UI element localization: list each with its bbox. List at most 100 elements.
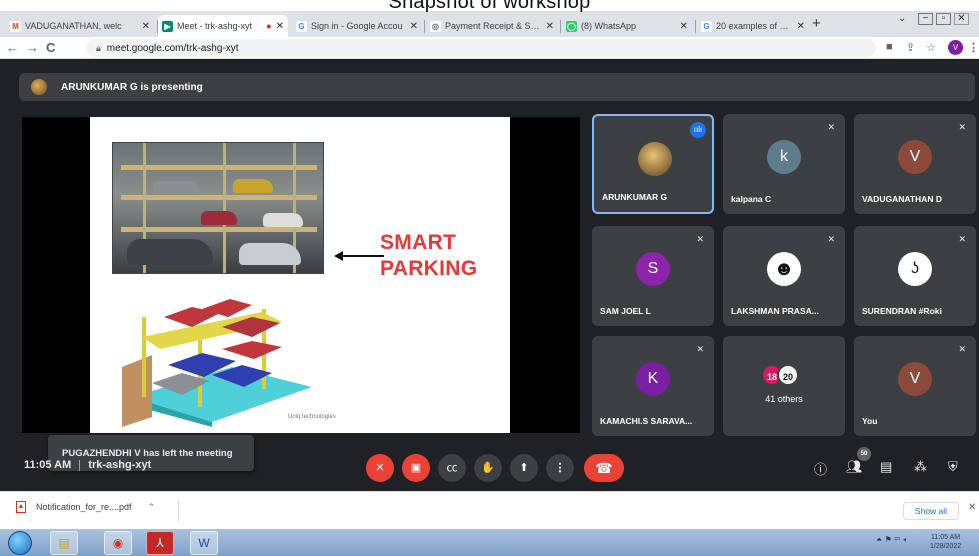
meeting-info-icon[interactable]: ⓘ — [814, 459, 827, 478]
participant-avatar: ☻ — [767, 252, 801, 286]
slide-footer: Uniq technologies — [288, 414, 336, 420]
system-tray-icons[interactable]: ⏶ ⚑ ▭ ◂ — [876, 535, 906, 545]
chevron-up-icon[interactable]: ⌃ — [148, 502, 156, 513]
close-tab-icon[interactable]: ✕ — [680, 21, 688, 32]
meeting-controls-bar: 11:05 AM trk-ashg-xyt ✕ ▣ ㏄ ✋ ⬆ ⋮ ☎ ⓘ 👥︎ … — [0, 445, 979, 491]
slide-headline: SMART PARKING — [380, 231, 478, 280]
profile-avatar[interactable]: V — [948, 40, 963, 55]
participant-avatar — [638, 142, 672, 176]
forward-icon[interactable]: → — [26, 40, 39, 55]
system-clock[interactable]: 11:05 AM 1/28/2022 — [930, 533, 961, 551]
close-window-icon[interactable]: ✕ — [954, 13, 969, 25]
tab-search-icon[interactable]: ⌄ — [898, 13, 906, 24]
presentation-stage: SMART PARKING Uniq technologies PUGAZHEN… — [22, 117, 580, 471]
back-icon[interactable]: ← — [6, 40, 19, 55]
google-icon: G — [701, 20, 712, 32]
chrome-icon[interactable]: ◉ — [104, 531, 132, 555]
participant-avatar: V — [898, 140, 932, 174]
google-icon: G — [296, 20, 307, 32]
participant-tile-vaduganathan[interactable]: ✕ V VADUGANATHAN D — [854, 114, 976, 214]
chat-icon[interactable]: ▤ — [880, 459, 892, 475]
presentation-slide: SMART PARKING Uniq technologies — [90, 117, 510, 433]
activities-icon[interactable]: ⁂ — [914, 459, 927, 475]
whatsapp-icon: ◯ — [566, 20, 577, 32]
screen: Snapshot of workshop M VADUGANATHAN, wel… — [0, 0, 979, 556]
lock-icon: 🔒︎ — [96, 42, 101, 53]
raise-hand-button[interactable]: ✋ — [474, 454, 502, 482]
start-button[interactable] — [8, 531, 32, 555]
participant-tile-surendran[interactable]: ✕ ʖ SURENDRAN #Roki — [854, 226, 976, 326]
close-tab-icon[interactable]: ✕ — [410, 21, 418, 32]
camera-icon[interactable]: ■ — [886, 41, 893, 53]
host-controls-icon[interactable]: ⛨ — [948, 459, 958, 475]
mic-off-icon: ✕ — [958, 122, 966, 132]
address-toolbar: ← → C 🔒︎ meet.google.com/trk-ashg-xyt ■ … — [0, 37, 979, 59]
download-item[interactable]: ▲ Notification_for_re....pdf ⌃ — [16, 501, 155, 513]
others-avatars: 18 20 — [761, 364, 799, 386]
parking-photo — [112, 142, 324, 274]
participant-avatar: k — [767, 140, 801, 174]
recording-icon: ● — [266, 21, 272, 31]
participant-count-badge: 50 — [857, 447, 871, 461]
globe-icon: ◎ — [430, 20, 441, 32]
share-icon[interactable]: ⇪ — [906, 41, 915, 54]
presenter-avatar — [31, 79, 47, 95]
menu-icon[interactable]: ⋮ — [968, 41, 979, 54]
image-caption: Snapshot of workshop — [388, 0, 591, 13]
show-all-button[interactable]: Show all — [903, 502, 959, 520]
tab-payment-receipt[interactable]: ◎ Payment Receipt & SOE ✕ — [426, 15, 558, 37]
pdf-reader-icon[interactable]: ⅄ — [146, 531, 174, 555]
participant-avatar: K — [636, 362, 670, 396]
bookmark-star-icon[interactable]: ☆ — [926, 41, 936, 54]
tab-gmail[interactable]: M VADUGANATHAN, welc ✕ — [6, 15, 154, 37]
captions-button[interactable]: ㏄ — [438, 454, 466, 482]
reload-icon[interactable]: C — [46, 40, 55, 55]
mic-off-icon: ✕ — [696, 234, 704, 244]
close-tab-icon[interactable]: ✕ — [546, 21, 554, 32]
camera-toggle-button[interactable]: ▣ — [402, 454, 430, 482]
tab-pronoun-examples[interactable]: G 20 examples of pronou ✕ — [697, 15, 809, 37]
participant-tile-lakshman[interactable]: ✕ ☻ LAKSHMAN PRASA... — [723, 226, 845, 326]
close-downloads-icon[interactable]: ✕ — [968, 502, 976, 513]
address-bar[interactable]: 🔒︎ meet.google.com/trk-ashg-xyt — [86, 39, 876, 57]
url-text: meet.google.com/trk-ashg-xyt — [106, 42, 239, 54]
participant-tile-others[interactable]: 18 20 41 others — [723, 336, 845, 436]
file-explorer-icon[interactable]: ▤ — [50, 531, 78, 555]
participant-avatar: S — [636, 252, 670, 286]
os-taskbar: ▤ ◉ ⅄ W ⏶ ⚑ ▭ ◂ 11:05 AM 1/28/2022 — [0, 529, 979, 556]
mic-off-icon: ✕ — [827, 122, 835, 132]
gmail-icon: M — [10, 20, 21, 32]
speaking-indicator-icon: ıılı — [690, 122, 706, 138]
participant-avatar: ʖ — [898, 252, 932, 286]
minimize-icon[interactable]: − — [918, 13, 933, 25]
participant-tile-kamachi[interactable]: ✕ K KAMACHI.S SARAVA... — [592, 336, 714, 436]
more-options-button[interactable]: ⋮ — [546, 454, 574, 482]
parking-diagram — [122, 299, 312, 427]
participant-tile-sam-joel[interactable]: ✕ S SAM JOEL L — [592, 226, 714, 326]
mic-off-icon: ✕ — [827, 234, 835, 244]
tab-google-signin[interactable]: G Sign in - Google Accou ✕ — [292, 15, 422, 37]
meeting-details: 11:05 AM trk-ashg-xyt — [24, 459, 152, 471]
mic-toggle-button[interactable]: ✕ — [366, 454, 394, 482]
pdf-icon: ▲ — [16, 501, 26, 513]
mic-off-icon: ✕ — [958, 234, 966, 244]
browser-tab-bar: M VADUGANATHAN, welc ✕ ▶ Meet - trk-ashg… — [0, 11, 979, 37]
presenting-banner: ARUNKUMAR G is presenting — [19, 73, 975, 101]
tab-whatsapp[interactable]: ◯ (8) WhatsApp ✕ — [562, 15, 692, 37]
participant-avatar: V — [898, 362, 932, 396]
participant-tile-arunkumar[interactable]: ıılı ARUNKUMAR G — [592, 114, 714, 214]
close-tab-icon[interactable]: ✕ — [276, 21, 284, 32]
present-screen-button[interactable]: ⬆ — [510, 454, 538, 482]
mic-off-icon: ✕ — [696, 344, 704, 354]
maximize-icon[interactable]: ▫ — [936, 13, 951, 25]
tab-meet[interactable]: ▶ Meet - trk-ashg-xyt ● ✕ — [158, 15, 288, 37]
people-icon[interactable]: 👥︎ — [846, 459, 863, 475]
participant-tile-you[interactable]: ✕ V You — [854, 336, 976, 436]
close-tab-icon[interactable]: ✕ — [797, 21, 805, 32]
close-tab-icon[interactable]: ✕ — [142, 21, 150, 32]
word-icon[interactable]: W — [190, 531, 218, 555]
new-tab-icon[interactable]: + — [812, 15, 821, 32]
participant-tile-kalpana[interactable]: ✕ k kalpana C — [723, 114, 845, 214]
meet-window: ARUNKUMAR G is presenting SMART PARKING … — [0, 59, 979, 491]
leave-call-button[interactable]: ☎ — [584, 454, 624, 482]
